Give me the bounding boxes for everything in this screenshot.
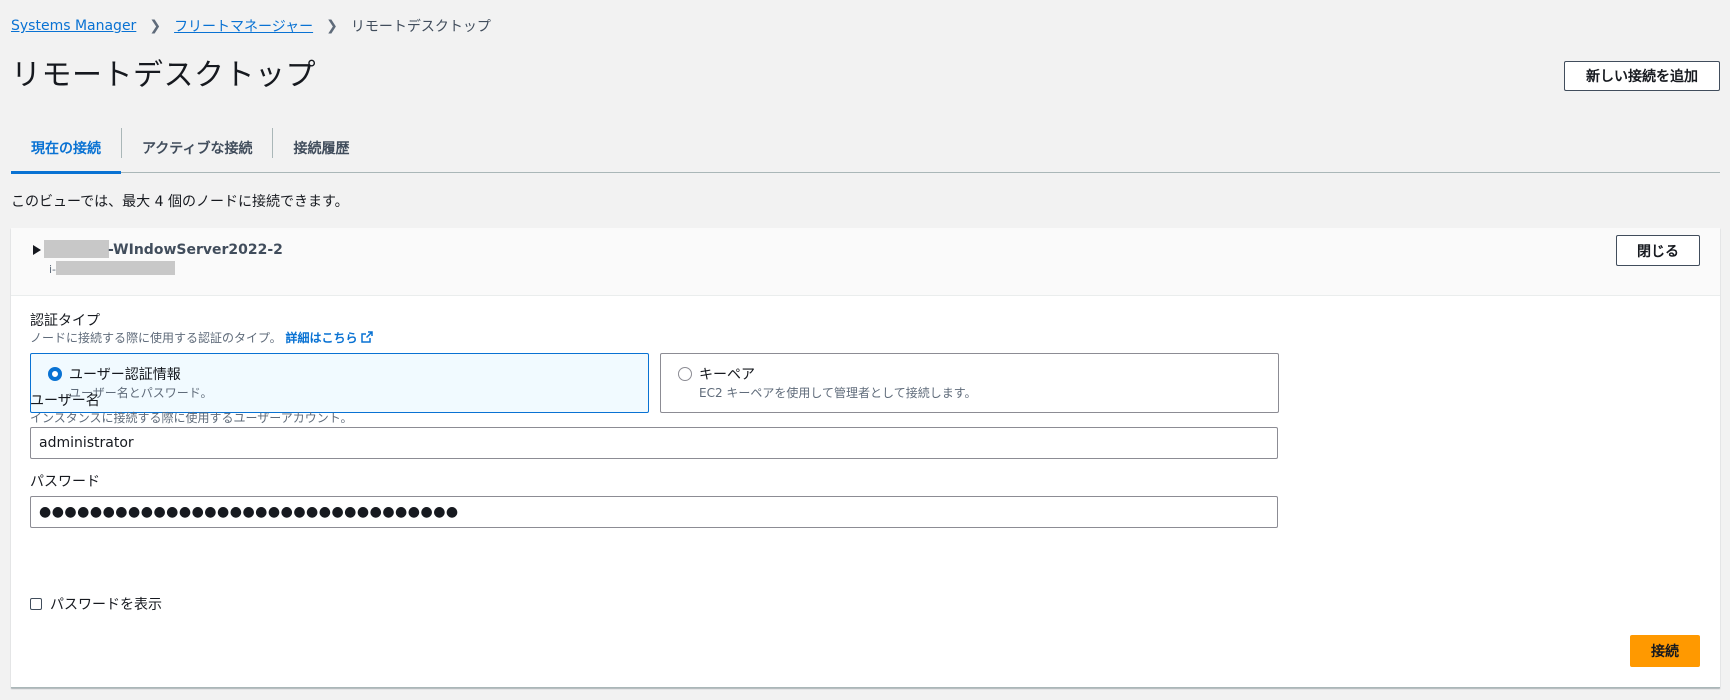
auth-type-description-text: ノードに接続する際に使用する認証のタイプ。 — [30, 331, 282, 345]
close-button[interactable]: 閉じる — [1616, 235, 1700, 266]
breadcrumb: Systems Manager ❯ フリートマネージャー ❯ リモートデスクトッ… — [11, 16, 491, 36]
radio-button[interactable] — [678, 367, 692, 381]
chevron-right-icon: ❯ — [149, 18, 162, 34]
page-title: リモートデスクトップ — [11, 58, 316, 93]
external-link-icon — [360, 331, 373, 343]
username-label: ユーザー名 — [30, 393, 100, 409]
auth-type-description: ノードに接続する際に使用する認証のタイプ。 詳細はこちら — [30, 329, 373, 346]
learn-more-label: 詳細はこちら — [285, 331, 358, 345]
radio-button-selected[interactable] — [48, 367, 62, 381]
breadcrumb-current: リモートデスクトップ — [350, 19, 491, 35]
show-password-toggle[interactable]: パスワードを表示 — [30, 594, 162, 614]
auth-option-user-credentials[interactable]: ユーザー認証情報 ユーザー名とパスワード。 — [30, 353, 649, 413]
node-name: -WIndowServer2022-2 — [108, 242, 283, 258]
chevron-right-icon: ❯ — [326, 18, 338, 34]
caret-right-icon[interactable] — [33, 245, 41, 255]
redacted-node-id — [56, 261, 175, 275]
breadcrumb-fleet-manager[interactable]: フリートマネージャー — [174, 16, 313, 36]
show-password-label: パスワードを表示 — [50, 597, 162, 613]
password-masked-value: ●●●●●●●●●●●●●●●●●●●●●●●●●●●●●●●●● — [39, 504, 459, 520]
show-password-checkbox[interactable] — [30, 598, 42, 610]
node-id-prefix: i- — [49, 263, 57, 276]
auth-option-title: キーペア — [699, 367, 755, 383]
tab-active-connections[interactable]: アクティブな接続 — [122, 124, 272, 172]
password-label: パスワード — [30, 474, 100, 490]
redacted-node-name — [44, 240, 109, 258]
connection-card: -WIndowServer2022-2 i- 閉じる 認証タイプ ノードに接続す… — [11, 228, 1720, 688]
connect-button[interactable]: 接続 — [1630, 635, 1700, 667]
learn-more-link[interactable]: 詳細はこちら — [285, 331, 373, 345]
breadcrumb-systems-manager[interactable]: Systems Manager — [11, 18, 136, 34]
auth-type-label: 認証タイプ — [30, 313, 100, 329]
tab-connection-history[interactable]: 接続履歴 — [273, 124, 369, 172]
auth-option-title: ユーザー認証情報 — [69, 367, 181, 383]
add-connection-button[interactable]: 新しい接続を追加 — [1564, 61, 1720, 91]
username-description: インスタンスに接続する際に使用するユーザーアカウント。 — [30, 411, 353, 425]
username-input[interactable] — [30, 427, 1278, 459]
password-input[interactable]: ●●●●●●●●●●●●●●●●●●●●●●●●●●●●●●●●● — [30, 496, 1278, 528]
max-nodes-info: このビューでは、最大 4 個のノードに接続できます。 — [11, 194, 349, 210]
tab-current-connections[interactable]: 現在の接続 — [11, 124, 121, 174]
auth-option-key-pair[interactable]: キーペア EC2 キーペアを使用して管理者として接続します。 — [660, 353, 1279, 413]
connection-card-header: -WIndowServer2022-2 i- 閉じる — [11, 228, 1720, 296]
tab-bar: 現在の接続 アクティブな接続 接続履歴 — [11, 124, 1720, 174]
auth-option-description: EC2 キーペアを使用して管理者として接続します。 — [699, 386, 977, 400]
